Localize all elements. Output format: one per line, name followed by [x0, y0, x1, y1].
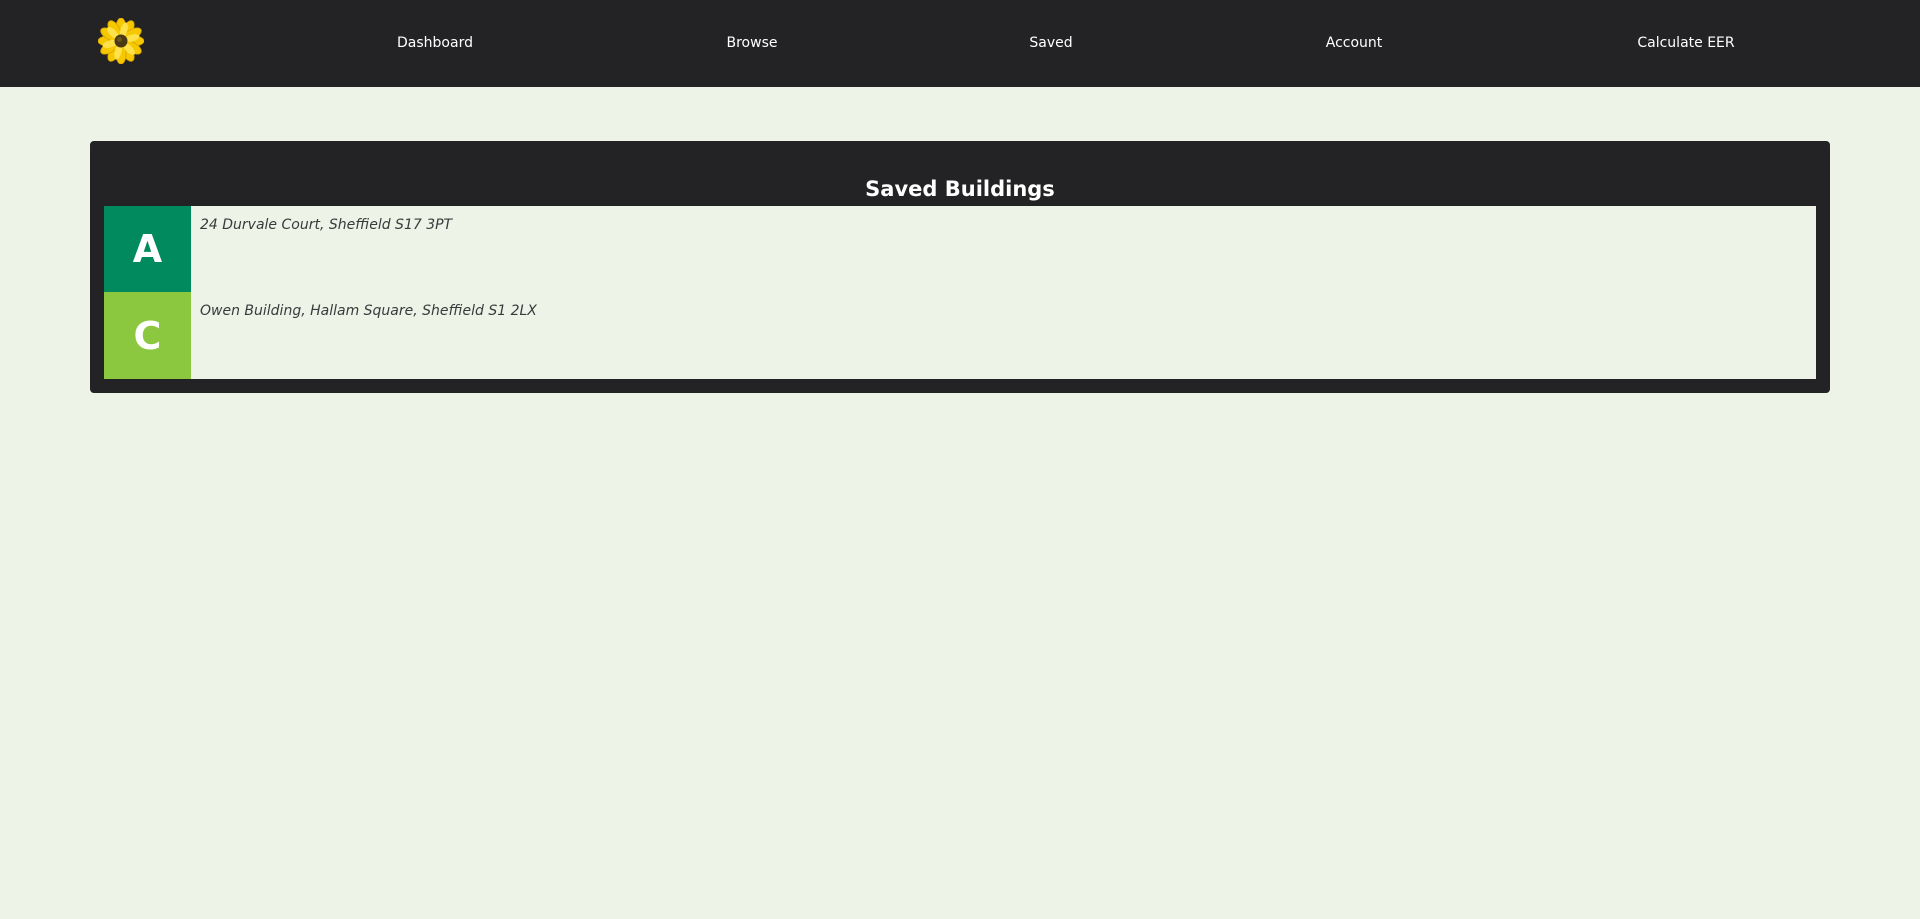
building-row[interactable]: C Owen Building, Hallam Square, Sheffiel…: [104, 292, 1816, 379]
building-address[interactable]: 24 Durvale Court, Sheffield S17 3PT: [200, 216, 452, 234]
energy-rating-badge: C: [104, 292, 191, 379]
nav-link-browse[interactable]: Browse: [727, 34, 778, 52]
energy-rating-badge: A: [104, 206, 191, 292]
navbar: Dashboard Browse Saved Account Calculate…: [0, 0, 1920, 87]
panel-title: Saved Buildings: [865, 177, 1055, 201]
nav-link-account[interactable]: Account: [1326, 34, 1383, 52]
saved-buildings-list: A 24 Durvale Court, Sheffield S17 3PT C …: [104, 206, 1816, 379]
building-address[interactable]: Owen Building, Hallam Square, Sheffield …: [200, 302, 537, 320]
building-row[interactable]: A 24 Durvale Court, Sheffield S17 3PT: [104, 206, 1816, 292]
sunflower-icon[interactable]: [98, 18, 144, 64]
nav-link-saved[interactable]: Saved: [1029, 34, 1072, 52]
nav-link-dashboard[interactable]: Dashboard: [397, 34, 473, 52]
nav-link-calculate-eer[interactable]: Calculate EER: [1637, 34, 1734, 52]
